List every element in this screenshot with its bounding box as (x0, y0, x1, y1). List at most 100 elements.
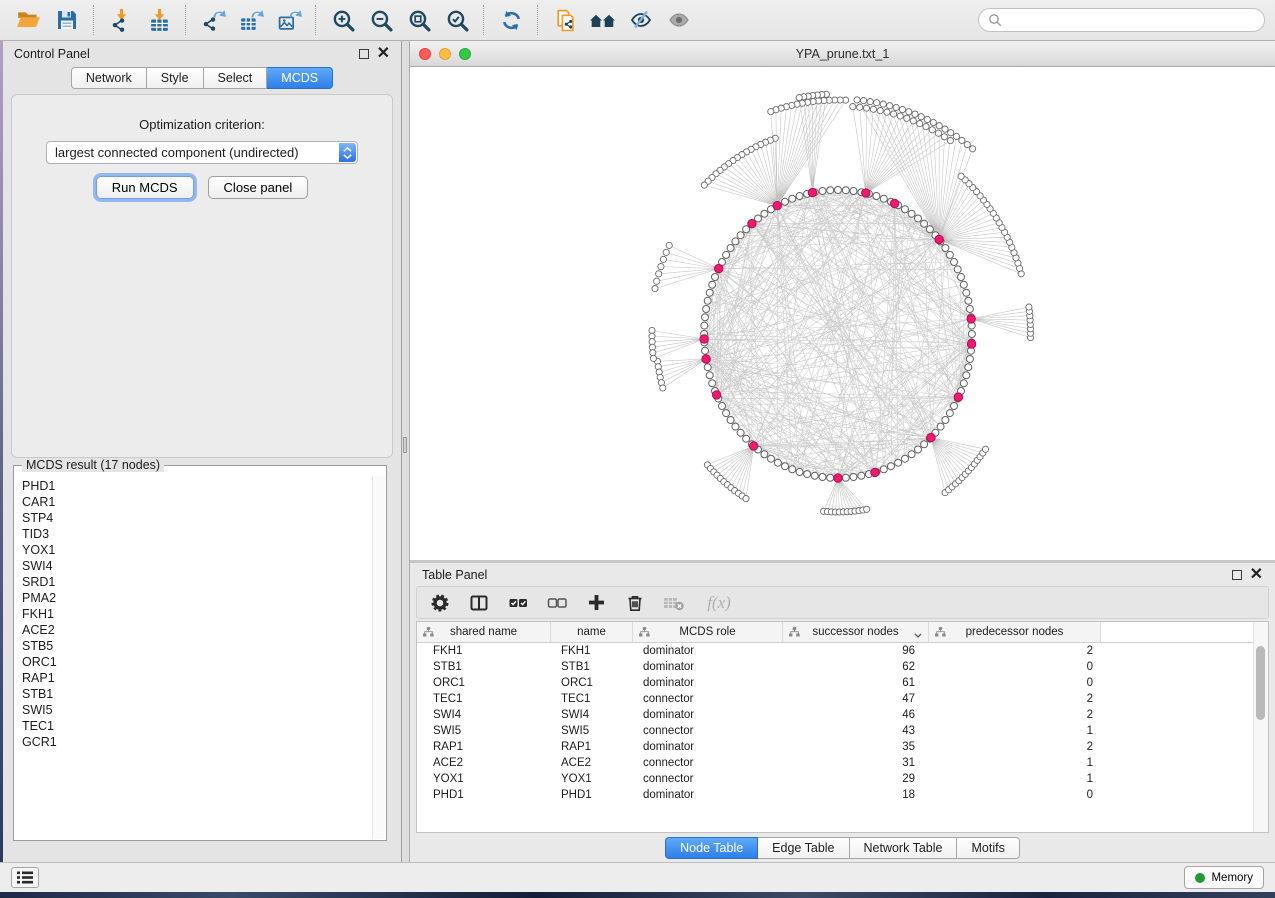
table-row[interactable]: TEC1TEC1connector472 (417, 691, 1268, 707)
function-icon: f(x) (707, 593, 731, 613)
mcds-list-scrollbar[interactable] (372, 476, 385, 839)
close-window-icon[interactable] (419, 48, 431, 60)
column-header-shared-name[interactable]: shared name (417, 622, 551, 643)
zoom-in-button[interactable] (324, 3, 362, 37)
mcds-result-item[interactable]: TEC1 (18, 718, 372, 734)
sort-chevron-icon[interactable] (914, 630, 922, 642)
tab-style[interactable]: Style (147, 67, 204, 89)
hide-selected-button[interactable] (622, 3, 660, 37)
table-scrollbar-thumb[interactable] (1256, 646, 1265, 720)
maximize-window-icon[interactable] (459, 48, 471, 60)
mcds-result-item[interactable]: ACE2 (18, 622, 372, 638)
mcds-result-item[interactable]: YOX1 (18, 542, 372, 558)
export-network-button[interactable] (194, 3, 232, 37)
export-table-button[interactable] (232, 3, 270, 37)
panel-splitter[interactable] (402, 41, 410, 862)
table-scrollbar[interactable] (1253, 622, 1268, 832)
column-header-mcds-role[interactable]: MCDS role (633, 622, 783, 643)
status-bar: Memory (0, 862, 1275, 892)
column-header-successor-nodes[interactable]: successor nodes (783, 622, 929, 643)
mcds-result-item[interactable]: STB1 (18, 686, 372, 702)
cell-predecessor-nodes: 0 (929, 661, 1101, 673)
open-session-button[interactable] (10, 3, 48, 37)
equation-builder-button[interactable]: f(x) (702, 592, 736, 614)
shared-column-icon (639, 627, 650, 641)
tab-mcds[interactable]: MCDS (267, 67, 333, 89)
zoom-in-icon (331, 8, 356, 33)
mcds-result-item[interactable]: SWI5 (18, 702, 372, 718)
minimize-window-icon[interactable] (439, 48, 451, 60)
import-network-button[interactable] (102, 3, 140, 37)
float-panel-icon[interactable] (359, 49, 369, 59)
table-row[interactable]: YOX1YOX1connector291 (417, 771, 1268, 787)
column-header-name[interactable]: name (551, 622, 633, 643)
zoom-out-button[interactable] (362, 3, 400, 37)
search-input[interactable] (1008, 12, 1255, 28)
cell-successor-nodes: 46 (783, 709, 929, 721)
tab-network-table[interactable]: Network Table (850, 837, 958, 859)
mcds-result-item[interactable]: FKH1 (18, 606, 372, 622)
task-history-button[interactable] (11, 867, 39, 888)
deselect-all-columns-button[interactable] (546, 592, 568, 614)
table-row[interactable]: SWI5SWI5connector431 (417, 723, 1268, 739)
close-table-panel-icon[interactable]: ✕ (1250, 569, 1263, 581)
show-hidden-button[interactable] (660, 3, 698, 37)
attribute-options-button[interactable] (429, 592, 451, 614)
mcds-result-item[interactable]: PHD1 (18, 478, 372, 494)
cell-shared-name: SWI4 (417, 709, 551, 721)
save-session-button[interactable] (48, 3, 86, 37)
run-mcds-button[interactable]: Run MCDS (96, 176, 194, 199)
mcds-result-list: PHD1CAR1STP4TID3YOX1SWI4SRD1PMA2FKH1ACE2… (18, 478, 372, 838)
mcds-result-item[interactable]: SRD1 (18, 574, 372, 590)
cell-name: FKH1 (551, 645, 633, 657)
show-column-panel-button[interactable] (468, 592, 490, 614)
close-panel-icon[interactable]: ✕ (377, 48, 390, 60)
delete-column-button[interactable] (624, 592, 646, 614)
cell-predecessor-nodes: 2 (929, 741, 1101, 753)
tab-network[interactable]: Network (71, 67, 147, 89)
mcds-result-item[interactable]: TID3 (18, 526, 372, 542)
control-panel-title: Control Panel (14, 47, 90, 61)
memory-button[interactable]: Memory (1184, 866, 1264, 889)
mcds-result-item[interactable]: PMA2 (18, 590, 372, 606)
table-row[interactable]: RAP1RAP1dominator352 (417, 739, 1268, 755)
close-panel-button[interactable]: Close panel (208, 176, 309, 199)
import-table-button[interactable] (140, 3, 178, 37)
search-box[interactable] (978, 8, 1265, 32)
show-all-button[interactable] (584, 3, 622, 37)
tab-motifs[interactable]: Motifs (957, 837, 1019, 859)
table-row[interactable]: PHD1PHD1dominator180 (417, 787, 1268, 803)
mcds-result-item[interactable]: SWI4 (18, 558, 372, 574)
apply-layout-button[interactable] (492, 3, 530, 37)
float-table-panel-icon[interactable] (1232, 570, 1242, 580)
mcds-result-item[interactable]: ORC1 (18, 654, 372, 670)
mcds-result-item[interactable]: RAP1 (18, 670, 372, 686)
table-row[interactable]: SWI4SWI4dominator462 (417, 707, 1268, 723)
mcds-result-item[interactable]: GCR1 (18, 734, 372, 750)
mcds-result-item[interactable]: STP4 (18, 510, 372, 526)
create-column-button[interactable] (585, 592, 607, 614)
table-row[interactable]: STB1STB1dominator620 (417, 659, 1268, 675)
cell-mcds-role: dominator (633, 677, 783, 689)
splitter-handle-icon[interactable] (403, 437, 407, 453)
network-canvas[interactable] (410, 67, 1274, 560)
clone-network-button[interactable] (546, 3, 584, 37)
criterion-select[interactable]: largest connected component (undirected) (46, 141, 358, 164)
table-row[interactable]: ACE2ACE2connector311 (417, 755, 1268, 771)
export-image-button[interactable] (270, 3, 308, 37)
tab-select[interactable]: Select (204, 67, 268, 89)
import-network-icon (109, 8, 134, 33)
zoom-fit-button[interactable] (400, 3, 438, 37)
mcds-result-item[interactable]: STB5 (18, 638, 372, 654)
column-header-predecessor-nodes[interactable]: predecessor nodes (929, 622, 1101, 643)
table-row[interactable]: ORC1ORC1dominator610 (417, 675, 1268, 691)
select-all-columns-button[interactable] (507, 592, 529, 614)
tab-edge-table[interactable]: Edge Table (758, 837, 849, 859)
zoom-selected-button[interactable] (438, 3, 476, 37)
mcds-result-item[interactable]: CAR1 (18, 494, 372, 510)
cell-predecessor-nodes: 1 (929, 757, 1101, 769)
delete-table-button[interactable] (663, 592, 685, 614)
cell-name: STB1 (551, 661, 633, 673)
table-row[interactable]: FKH1FKH1dominator962 (417, 643, 1268, 659)
tab-node-table[interactable]: Node Table (665, 837, 758, 859)
